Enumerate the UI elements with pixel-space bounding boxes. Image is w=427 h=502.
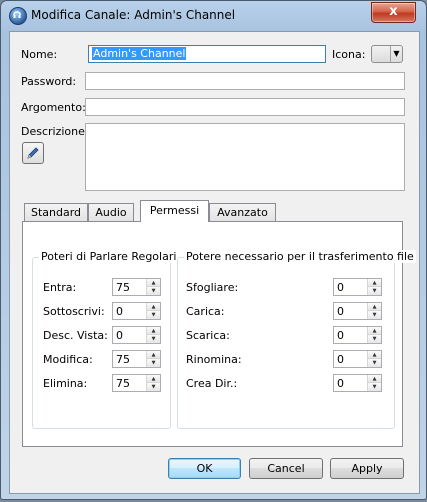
spin-down-icon[interactable]: ▼ <box>368 383 381 391</box>
spin-up-icon[interactable]: ▲ <box>368 375 381 383</box>
subscribe-power-value: 0 <box>116 305 123 318</box>
spin-down-icon[interactable]: ▼ <box>147 383 160 391</box>
join-power-label: Entra: <box>43 281 77 294</box>
spin-buttons: ▲ ▼ <box>367 327 381 343</box>
teamspeak-app-icon <box>9 7 27 25</box>
ok-button[interactable]: OK <box>168 458 241 479</box>
window-title: Modifica Canale: Admin's Channel <box>31 8 236 22</box>
dialog-body: Nome: Admin's Channel Icona: ▼ Password:… <box>9 31 420 494</box>
download-power-spinbox[interactable]: 0 ▲ ▼ <box>333 326 382 344</box>
browse-power-label: Sfogliare: <box>186 281 239 294</box>
download-power-label: Scarica: <box>186 329 230 342</box>
spin-down-icon[interactable]: ▼ <box>368 359 381 367</box>
close-icon: x <box>389 4 398 19</box>
talk-powers-title: Poteri di Parlare Regolari <box>39 250 179 263</box>
spin-buttons: ▲ ▼ <box>367 279 381 295</box>
spin-up-icon[interactable]: ▲ <box>368 327 381 335</box>
download-power-value: 0 <box>337 329 344 342</box>
name-value: Admin's Channel <box>92 47 187 60</box>
spin-buttons: ▲ ▼ <box>146 351 160 367</box>
subscribe-power-spinbox[interactable]: 0 ▲ ▼ <box>112 302 161 320</box>
subscribe-power-label: Sottoscrivi: <box>43 305 105 318</box>
description-view-power-value: 0 <box>116 329 123 342</box>
description-view-power-spinbox[interactable]: 0 ▲ ▼ <box>112 326 161 344</box>
tab-advanced[interactable]: Avanzato <box>209 203 276 221</box>
create-dir-power-label: Crea Dir.: <box>186 377 238 390</box>
upload-power-spinbox[interactable]: 0 ▲ ▼ <box>333 302 382 320</box>
spin-buttons: ▲ ▼ <box>146 279 160 295</box>
spin-down-icon[interactable]: ▼ <box>147 311 160 319</box>
spin-buttons: ▲ ▼ <box>367 303 381 319</box>
spin-down-icon[interactable]: ▼ <box>147 287 160 295</box>
upload-power-label: Carica: <box>186 305 225 318</box>
title-bar[interactable]: Modifica Canale: Admin's Channel x <box>1 1 426 31</box>
join-power-value: 75 <box>116 281 130 294</box>
upload-power-value: 0 <box>337 305 344 318</box>
dialog-window: Modifica Canale: Admin's Channel x Nome:… <box>0 0 427 500</box>
create-dir-power-value: 0 <box>337 377 344 390</box>
transfer-powers-group: Potere necessario per il trasferimento f… <box>177 250 416 429</box>
chevron-down-icon: ▼ <box>390 46 402 62</box>
delete-power-label: Elimina: <box>43 377 88 390</box>
tab-standard[interactable]: Standard <box>24 203 88 221</box>
tab-audio[interactable]: Audio <box>88 203 134 221</box>
spin-up-icon[interactable]: ▲ <box>147 375 160 383</box>
spin-up-icon[interactable]: ▲ <box>368 303 381 311</box>
permissions-panel: Poteri di Parlare Regolari Entra: 75 ▲ ▼ … <box>22 221 416 447</box>
password-input[interactable] <box>85 72 405 90</box>
description-label: Descrizione: <box>21 125 89 138</box>
spin-up-icon[interactable]: ▲ <box>147 351 160 359</box>
delete-power-value: 75 <box>116 377 130 390</box>
rename-power-spinbox[interactable]: 0 ▲ ▼ <box>333 350 382 368</box>
spin-up-icon[interactable]: ▲ <box>147 327 160 335</box>
talk-powers-group: Poteri di Parlare Regolari Entra: 75 ▲ ▼ … <box>32 250 179 429</box>
icon-label: Icona: <box>332 48 366 61</box>
join-power-spinbox[interactable]: 75 ▲ ▼ <box>112 278 161 296</box>
spin-buttons: ▲ ▼ <box>367 351 381 367</box>
rename-power-label: Rinomina: <box>186 353 242 366</box>
modify-power-spinbox[interactable]: 75 ▲ ▼ <box>112 350 161 368</box>
spin-buttons: ▲ ▼ <box>146 375 160 391</box>
icon-select[interactable]: ▼ <box>371 45 403 63</box>
pencil-icon <box>27 147 39 159</box>
description-view-power-label: Desc. Vista: <box>43 329 108 342</box>
create-dir-power-spinbox[interactable]: 0 ▲ ▼ <box>333 374 382 392</box>
rename-power-value: 0 <box>337 353 344 366</box>
spin-down-icon[interactable]: ▼ <box>147 335 160 343</box>
edit-description-button[interactable] <box>22 142 44 164</box>
tab-permissions[interactable]: Permessi <box>140 200 209 222</box>
topic-label: Argomento: <box>21 101 86 114</box>
apply-button[interactable]: Apply <box>330 458 404 479</box>
modify-power-label: Modifica: <box>43 353 93 366</box>
modify-power-value: 75 <box>116 353 130 366</box>
name-input[interactable]: Admin's Channel <box>88 45 326 63</box>
spin-up-icon[interactable]: ▲ <box>147 279 160 287</box>
spin-buttons: ▲ ▼ <box>367 375 381 391</box>
spin-buttons: ▲ ▼ <box>146 327 160 343</box>
spin-down-icon[interactable]: ▼ <box>147 359 160 367</box>
spin-buttons: ▲ ▼ <box>146 303 160 319</box>
spin-up-icon[interactable]: ▲ <box>147 303 160 311</box>
close-button[interactable]: x <box>371 2 416 23</box>
spin-down-icon[interactable]: ▼ <box>368 287 381 295</box>
spin-down-icon[interactable]: ▼ <box>368 311 381 319</box>
topic-input[interactable] <box>85 98 405 116</box>
transfer-powers-title: Potere necessario per il trasferimento f… <box>184 250 416 263</box>
browse-power-spinbox[interactable]: 0 ▲ ▼ <box>333 278 382 296</box>
cancel-button[interactable]: Cancel <box>249 458 323 479</box>
delete-power-spinbox[interactable]: 75 ▲ ▼ <box>112 374 161 392</box>
password-label: Password: <box>21 75 77 88</box>
description-textarea[interactable] <box>85 123 405 191</box>
spin-down-icon[interactable]: ▼ <box>368 335 381 343</box>
spin-up-icon[interactable]: ▲ <box>368 351 381 359</box>
name-label: Nome: <box>21 48 58 61</box>
browse-power-value: 0 <box>337 281 344 294</box>
spin-up-icon[interactable]: ▲ <box>368 279 381 287</box>
